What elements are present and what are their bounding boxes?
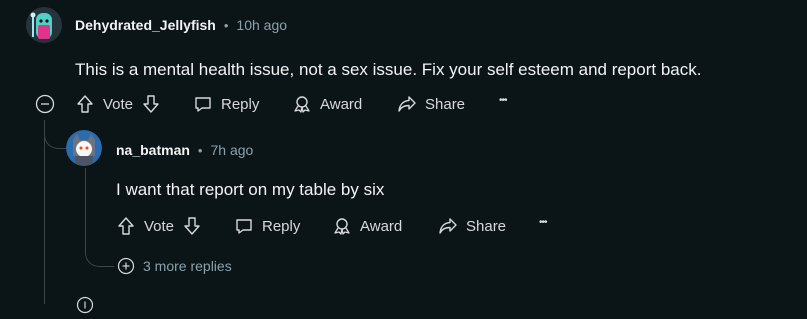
comment-body: I want that report on my table by six <box>116 180 385 199</box>
reply-button[interactable]: Reply <box>234 216 300 236</box>
more-replies-label: 3 more replies <box>143 258 232 274</box>
timestamp[interactable]: 7h ago <box>210 142 253 158</box>
award-label: Award <box>360 217 403 235</box>
award-button[interactable]: Award <box>332 216 402 236</box>
comment-header: Dehydrated_Jellyfish • 10h ago <box>75 17 287 33</box>
downvote-icon[interactable] <box>182 216 202 236</box>
collapse-button[interactable] <box>35 94 55 114</box>
share-label: Share <box>466 217 507 235</box>
share-icon <box>439 218 457 234</box>
vote-label: Vote <box>144 217 175 235</box>
jellyfish-avatar-icon <box>26 7 62 43</box>
author-name[interactable]: Dehydrated_Jellyfish <box>75 17 216 33</box>
reply-label: Reply <box>262 217 301 235</box>
avatar[interactable] <box>26 7 62 43</box>
reply-button[interactable]: Reply <box>193 94 259 114</box>
batman-avatar-icon <box>66 130 102 166</box>
reply-icon <box>195 97 211 112</box>
upvote-icon[interactable] <box>116 216 136 236</box>
comment-header: na_batman • 7h ago <box>116 142 253 158</box>
separator-dot: • <box>223 17 229 33</box>
thread-curve-1 <box>44 122 67 149</box>
more-options-button[interactable]: ••• <box>499 95 507 106</box>
more-options-button[interactable]: ••• <box>539 217 547 228</box>
upvote-icon[interactable] <box>75 94 95 114</box>
award-label: Award <box>320 95 363 113</box>
more-options-icon: ••• <box>499 95 507 106</box>
award-icon <box>294 96 310 113</box>
share-button[interactable]: Share <box>397 94 465 114</box>
vote-group: Vote <box>75 94 161 114</box>
award-icon <box>334 218 350 235</box>
share-button[interactable]: Share <box>438 216 506 236</box>
collapse-minus-icon <box>35 94 55 114</box>
thread-curve-2 <box>85 240 114 267</box>
separator-dot: • <box>197 142 203 158</box>
vote-group: Vote <box>116 216 202 236</box>
comment-body: This is a mental health issue, not a sex… <box>75 60 702 79</box>
expand-button-partial[interactable] <box>76 296 94 314</box>
reply-icon <box>236 219 252 234</box>
expand-plus-icon <box>76 296 94 314</box>
reply-label: Reply <box>221 95 260 113</box>
avatar[interactable] <box>66 130 102 166</box>
vote-label: Vote <box>103 95 134 113</box>
downvote-icon[interactable] <box>141 94 161 114</box>
more-replies-link[interactable]: 3 more replies <box>117 257 232 275</box>
timestamp[interactable]: 10h ago <box>236 17 287 33</box>
expand-plus-icon <box>117 257 135 275</box>
author-name[interactable]: na_batman <box>116 142 190 158</box>
share-icon <box>398 96 416 112</box>
award-button[interactable]: Award <box>292 94 362 114</box>
more-options-icon: ••• <box>539 217 547 228</box>
share-label: Share <box>425 95 466 113</box>
thread-line-2 <box>85 168 86 248</box>
